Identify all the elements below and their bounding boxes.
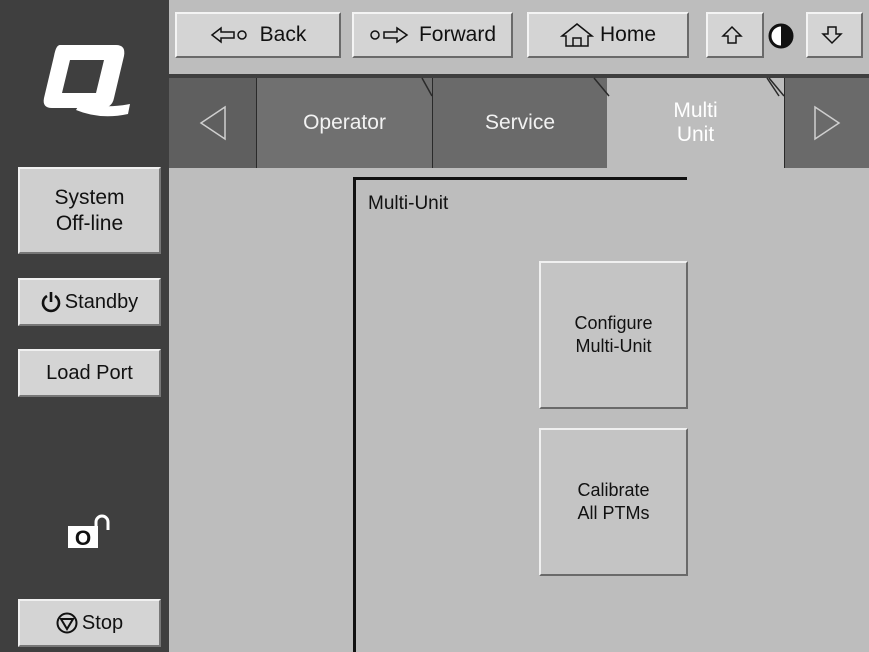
back-button[interactable]: Back bbox=[175, 12, 341, 58]
power-icon bbox=[41, 292, 61, 313]
back-label: Back bbox=[259, 23, 307, 46]
panel-frame-left bbox=[353, 177, 356, 652]
configure-label-line1: Configure bbox=[574, 313, 653, 333]
load-port-label: Load Port bbox=[46, 361, 133, 384]
standby-button[interactable]: Standby bbox=[18, 278, 161, 326]
top-nav-bar: Back Forward Home bbox=[169, 0, 869, 74]
forward-label: Forward bbox=[418, 23, 497, 46]
calibrate-label-line2: All PTMs bbox=[577, 503, 650, 523]
brightness-up-button[interactable] bbox=[706, 12, 764, 58]
home-label: Home bbox=[599, 23, 657, 46]
left-sidebar: System Off-line Standby Load Port O Stop bbox=[0, 0, 169, 652]
standby-label: Standby bbox=[64, 290, 139, 313]
arrow-down-icon bbox=[820, 26, 843, 45]
status-line-1: System bbox=[54, 185, 125, 209]
configure-label-line2: Multi-Unit bbox=[575, 336, 652, 356]
arrow-up-icon bbox=[721, 25, 743, 44]
status-line-2: Off-line bbox=[55, 211, 124, 235]
stop-button[interactable]: Stop bbox=[18, 599, 161, 647]
calibrate-label-line1: Calibrate bbox=[577, 480, 650, 500]
unlock-icon[interactable]: O bbox=[66, 512, 110, 550]
load-port-button[interactable]: Load Port bbox=[18, 349, 161, 397]
home-icon bbox=[559, 23, 594, 47]
system-status-indicator: System Off-line bbox=[18, 167, 161, 254]
stop-label: Stop bbox=[81, 611, 124, 634]
panel-title: Multi-Unit bbox=[368, 193, 449, 214]
stop-icon bbox=[56, 612, 78, 634]
forward-arrow-icon bbox=[370, 26, 409, 44]
forward-button[interactable]: Forward bbox=[352, 12, 513, 58]
panel-frame-top bbox=[353, 177, 687, 180]
back-arrow-icon bbox=[210, 26, 247, 44]
calibrate-all-ptms-button[interactable]: Calibrate All PTMs bbox=[539, 428, 688, 576]
configure-multi-unit-button[interactable]: Configure Multi-Unit bbox=[539, 261, 688, 409]
home-button[interactable]: Home bbox=[527, 12, 689, 58]
brightness-down-button[interactable] bbox=[806, 12, 863, 58]
svg-text:O: O bbox=[75, 527, 91, 550]
tab-corner-lines bbox=[421, 77, 785, 97]
q-logo-icon bbox=[43, 45, 130, 117]
tab-strip: Operator Service Multi Unit bbox=[169, 74, 869, 168]
contrast-icon bbox=[768, 23, 794, 49]
